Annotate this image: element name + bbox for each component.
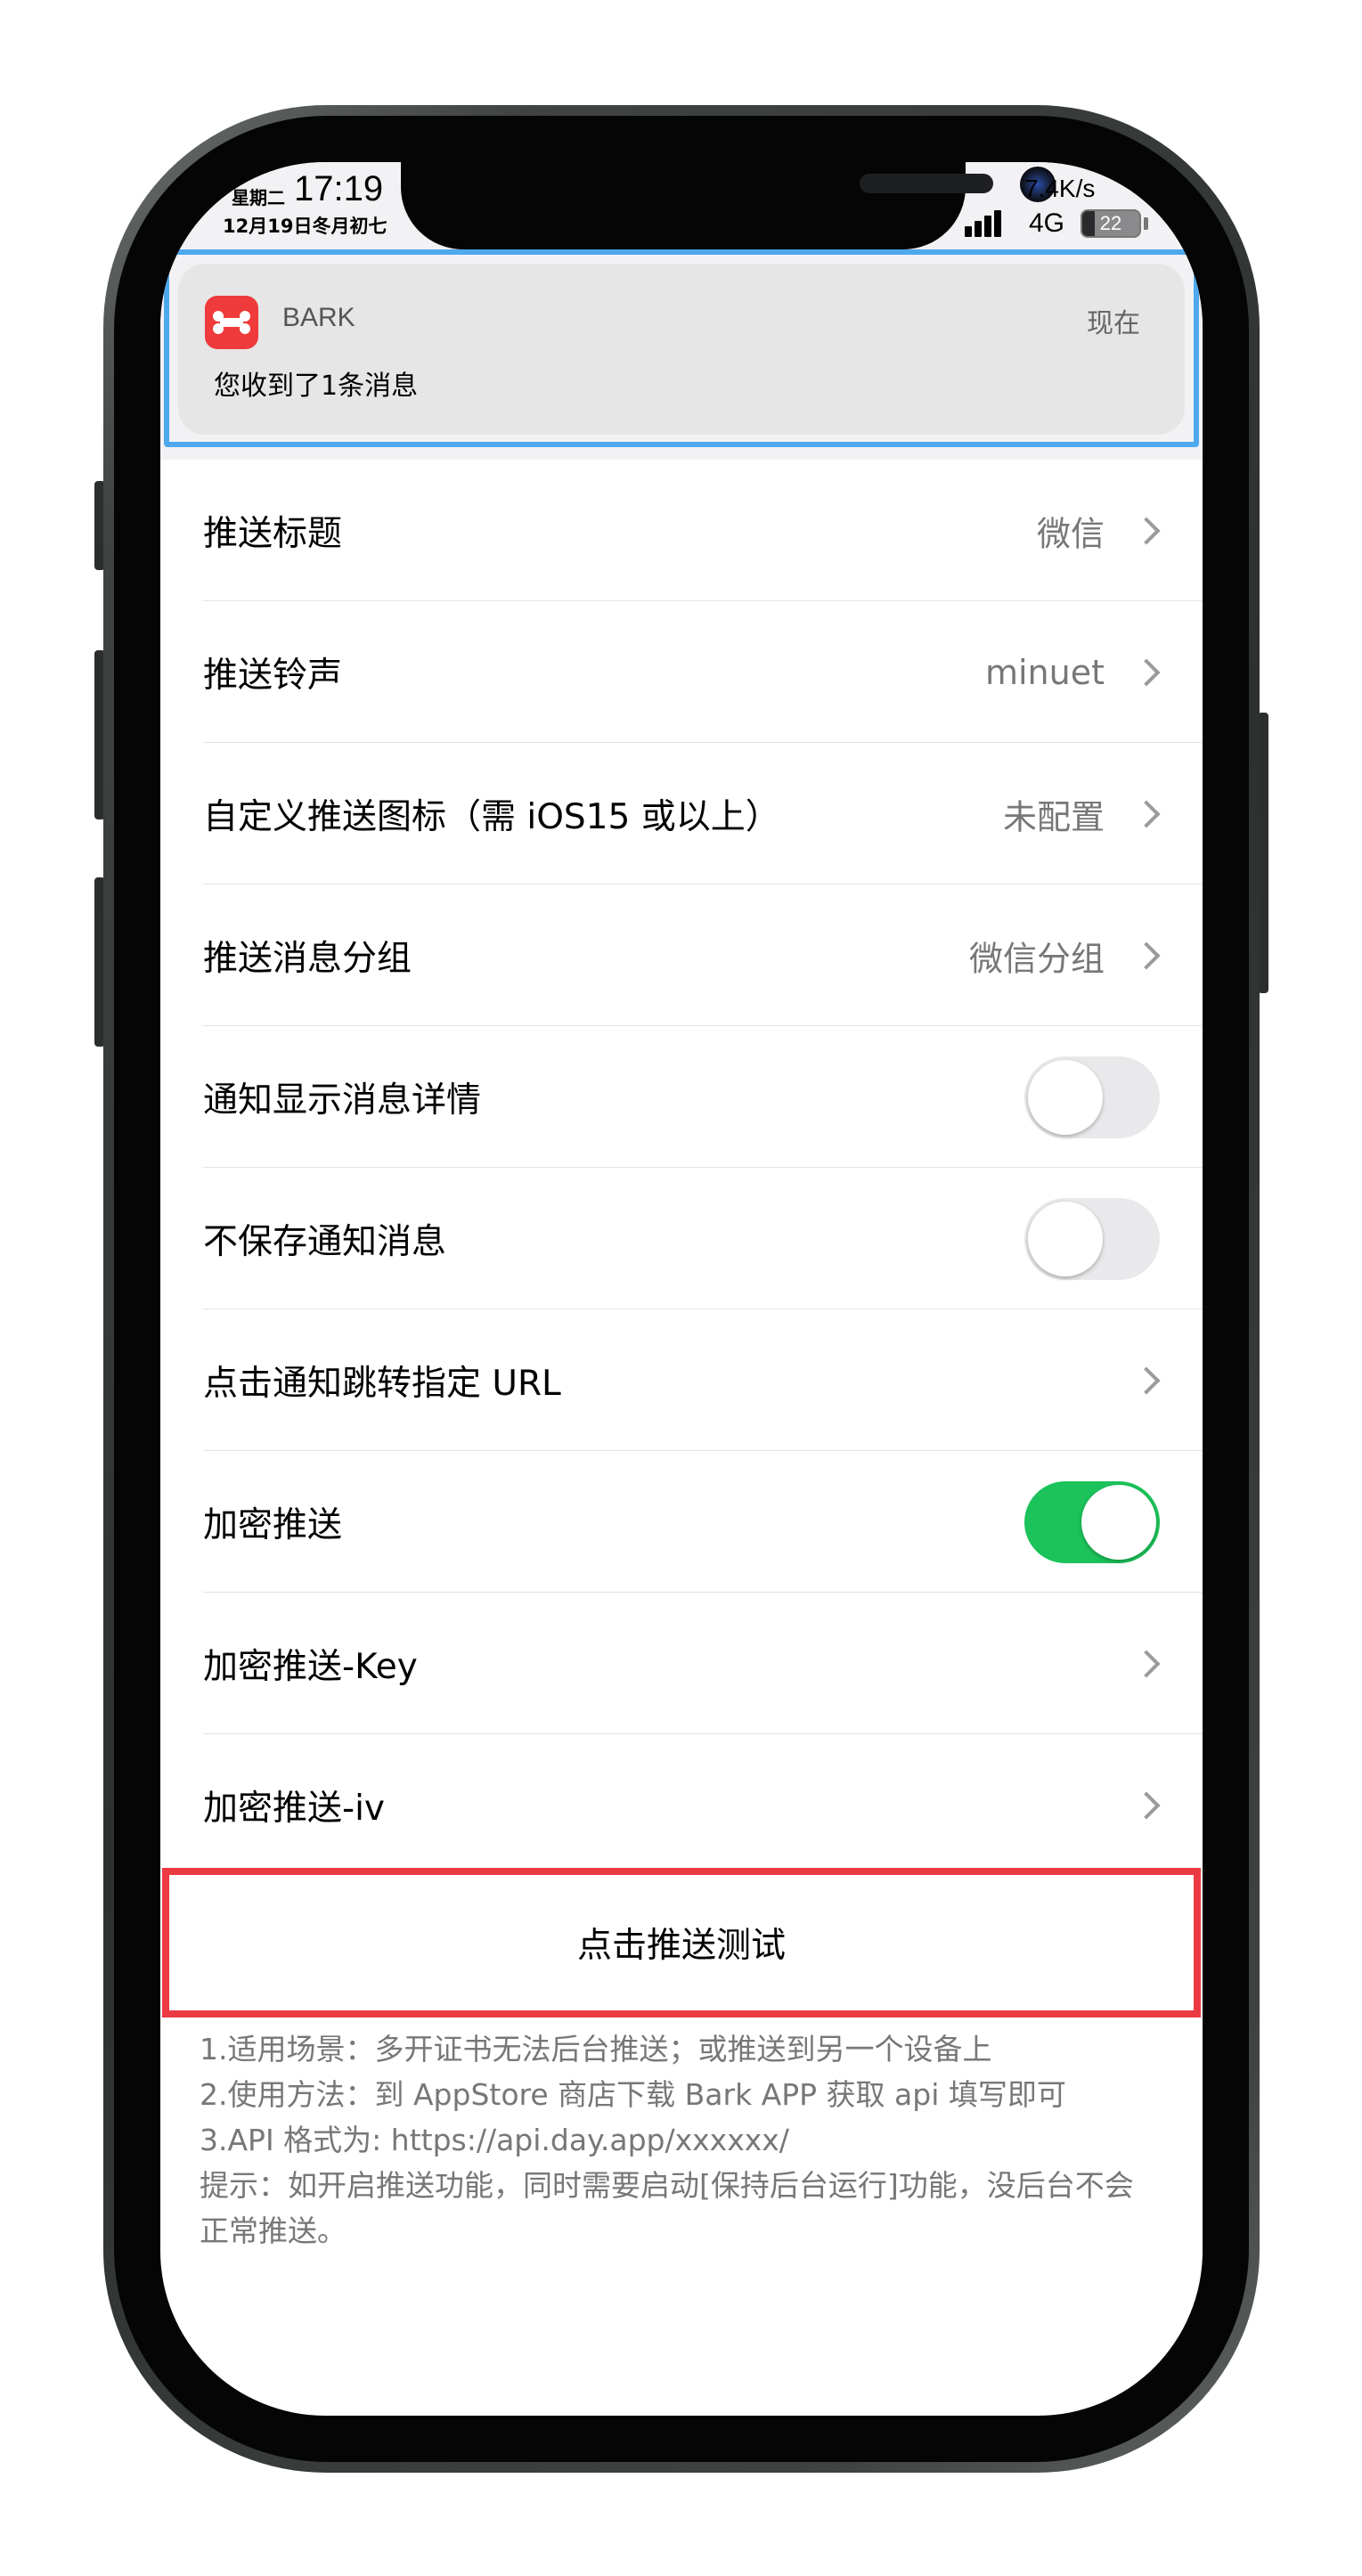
row-label: 推送标题 bbox=[203, 513, 343, 554]
row-value: minuet bbox=[984, 652, 1105, 692]
row-label: 加密推送 bbox=[203, 1504, 343, 1545]
row-value: 未配置 bbox=[1002, 797, 1105, 836]
row-label: 加密推送-iv bbox=[203, 1788, 385, 1829]
row-value: 微信 bbox=[1036, 514, 1105, 553]
phone-screen: 星期二 17:19 12月19日冬月初七 7.4K/s 4G 22 BARK 现… bbox=[160, 162, 1203, 2416]
push-test-label: 点击推送测试 bbox=[576, 1926, 786, 1966]
no-save-toggle[interactable] bbox=[1024, 1197, 1160, 1280]
battery-cap bbox=[1144, 217, 1148, 230]
battery-icon: 22 bbox=[1081, 209, 1141, 238]
status-weekday: 星期二 bbox=[232, 187, 285, 208]
row-do-not-save-messages: 不保存通知消息 bbox=[160, 1168, 1203, 1309]
status-time: 17:19 bbox=[294, 169, 384, 208]
chevron-right-icon bbox=[1132, 799, 1161, 828]
note-line: 正常推送。 bbox=[200, 2213, 347, 2248]
notification-highlight-box bbox=[164, 249, 1199, 447]
notch bbox=[401, 162, 1056, 249]
chevron-right-icon bbox=[1132, 1790, 1161, 1820]
push-test-button[interactable]: 点击推送测试 bbox=[162, 1868, 1201, 2018]
signal-bars-icon bbox=[965, 207, 1009, 237]
note-line: 2.使用方法：到 AppStore 商店下载 Bark APP 获取 api 填… bbox=[200, 2077, 1066, 2112]
status-network-type: 4G bbox=[1029, 208, 1065, 238]
row-show-message-detail: 通知显示消息详情 bbox=[160, 1026, 1203, 1168]
row-label: 不保存通知消息 bbox=[203, 1221, 447, 1262]
row-encryption-iv[interactable]: 加密推送-iv bbox=[160, 1734, 1203, 1876]
row-push-title[interactable]: 推送标题 微信 bbox=[160, 460, 1203, 601]
row-encrypted-push: 加密推送 bbox=[160, 1451, 1203, 1593]
row-label: 加密推送-Key bbox=[203, 1646, 418, 1687]
row-push-group[interactable]: 推送消息分组 微信分组 bbox=[160, 884, 1203, 1026]
row-encryption-key[interactable]: 加密推送-Key bbox=[160, 1593, 1203, 1734]
chevron-right-icon bbox=[1132, 657, 1161, 687]
note-line: 提示：如开启推送功能，同时需要启动[保持后台运行]功能，没后台不会 bbox=[200, 2168, 1134, 2203]
chevron-right-icon bbox=[1132, 941, 1161, 970]
show-detail-toggle[interactable] bbox=[1024, 1056, 1160, 1138]
row-push-sound[interactable]: 推送铃声 minuet bbox=[160, 601, 1203, 743]
row-label: 推送铃声 bbox=[203, 655, 343, 696]
chevron-right-icon bbox=[1132, 1649, 1161, 1678]
status-net-speed: 7.4K/s bbox=[1024, 175, 1096, 202]
note-line: 3.API 格式为: https://api.day.app/xxxxxx/ bbox=[200, 2123, 789, 2157]
battery-level: 22 bbox=[1099, 212, 1122, 234]
row-tap-open-url[interactable]: 点击通知跳转指定 URL bbox=[160, 1309, 1203, 1451]
usage-notes: 1.适用场景：多开证书无法后台推送；或推送到另一个设备上 2.使用方法：到 Ap… bbox=[200, 2026, 1162, 2254]
device-mockup: 星期二 17:19 12月19日冬月初七 7.4K/s 4G 22 BARK 现… bbox=[0, 0, 1362, 2576]
row-label: 自定义推送图标（需 iOS15 或以上） bbox=[203, 796, 780, 837]
earpiece-speaker bbox=[860, 174, 993, 193]
note-line: 1.适用场景：多开证书无法后台推送；或推送到另一个设备上 bbox=[200, 2032, 992, 2067]
encrypted-push-toggle[interactable] bbox=[1024, 1480, 1160, 1563]
chevron-right-icon bbox=[1132, 516, 1161, 545]
row-value: 微信分组 bbox=[968, 939, 1105, 978]
row-label: 推送消息分组 bbox=[203, 938, 412, 979]
status-lunar-date: 12月19日冬月初七 bbox=[223, 216, 387, 237]
row-label: 通知显示消息详情 bbox=[203, 1080, 482, 1121]
row-label: 点击通知跳转指定 URL bbox=[203, 1363, 561, 1404]
chevron-right-icon bbox=[1132, 1365, 1161, 1395]
row-custom-push-icon[interactable]: 自定义推送图标（需 iOS15 或以上） 未配置 bbox=[160, 743, 1203, 884]
